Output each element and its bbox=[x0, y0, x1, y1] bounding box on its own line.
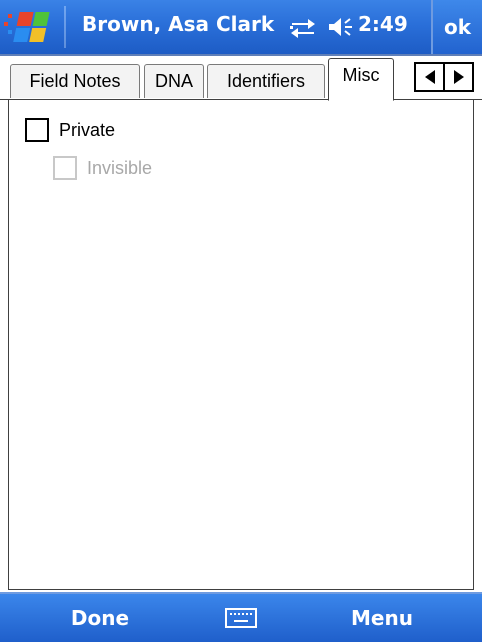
ok-button[interactable]: ok bbox=[431, 0, 482, 54]
start-button[interactable] bbox=[0, 0, 62, 54]
done-softkey[interactable]: Done bbox=[0, 594, 200, 642]
tab-field-notes[interactable]: Field Notes bbox=[10, 64, 140, 98]
clock[interactable]: 2:49 bbox=[358, 12, 408, 36]
title-separator bbox=[64, 6, 66, 48]
private-option[interactable]: Private bbox=[25, 118, 115, 142]
softkey-bar: Done Menu bbox=[0, 592, 482, 642]
private-checkbox[interactable] bbox=[25, 118, 49, 142]
window-title: Brown, Asa Clark bbox=[82, 12, 275, 36]
tab-dna[interactable]: DNA bbox=[144, 64, 204, 98]
menu-softkey[interactable]: Menu bbox=[282, 594, 482, 642]
arrow-right-icon bbox=[453, 70, 464, 84]
tab-scroll-buttons bbox=[414, 62, 474, 92]
windows-flag-icon bbox=[4, 12, 50, 42]
keyboard-icon bbox=[225, 608, 257, 628]
title-bar: Brown, Asa Clark 2:49 ok bbox=[0, 0, 482, 56]
invisible-label: Invisible bbox=[87, 157, 153, 178]
tab-scroll-left-button[interactable] bbox=[416, 64, 443, 90]
connectivity-arrows-icon[interactable] bbox=[288, 14, 318, 40]
tab-identifiers[interactable]: Identifiers bbox=[207, 64, 325, 98]
private-label: Private bbox=[59, 119, 116, 140]
speaker-icon[interactable] bbox=[326, 15, 354, 39]
invisible-checkbox bbox=[53, 156, 77, 180]
tab-scroll-right-button[interactable] bbox=[443, 64, 472, 90]
misc-tab-panel: Private Invisible bbox=[8, 100, 474, 590]
tab-misc[interactable]: Misc bbox=[328, 58, 394, 101]
invisible-option: Invisible bbox=[53, 156, 152, 180]
input-panel-button[interactable] bbox=[218, 594, 264, 642]
arrow-left-icon bbox=[424, 70, 435, 84]
